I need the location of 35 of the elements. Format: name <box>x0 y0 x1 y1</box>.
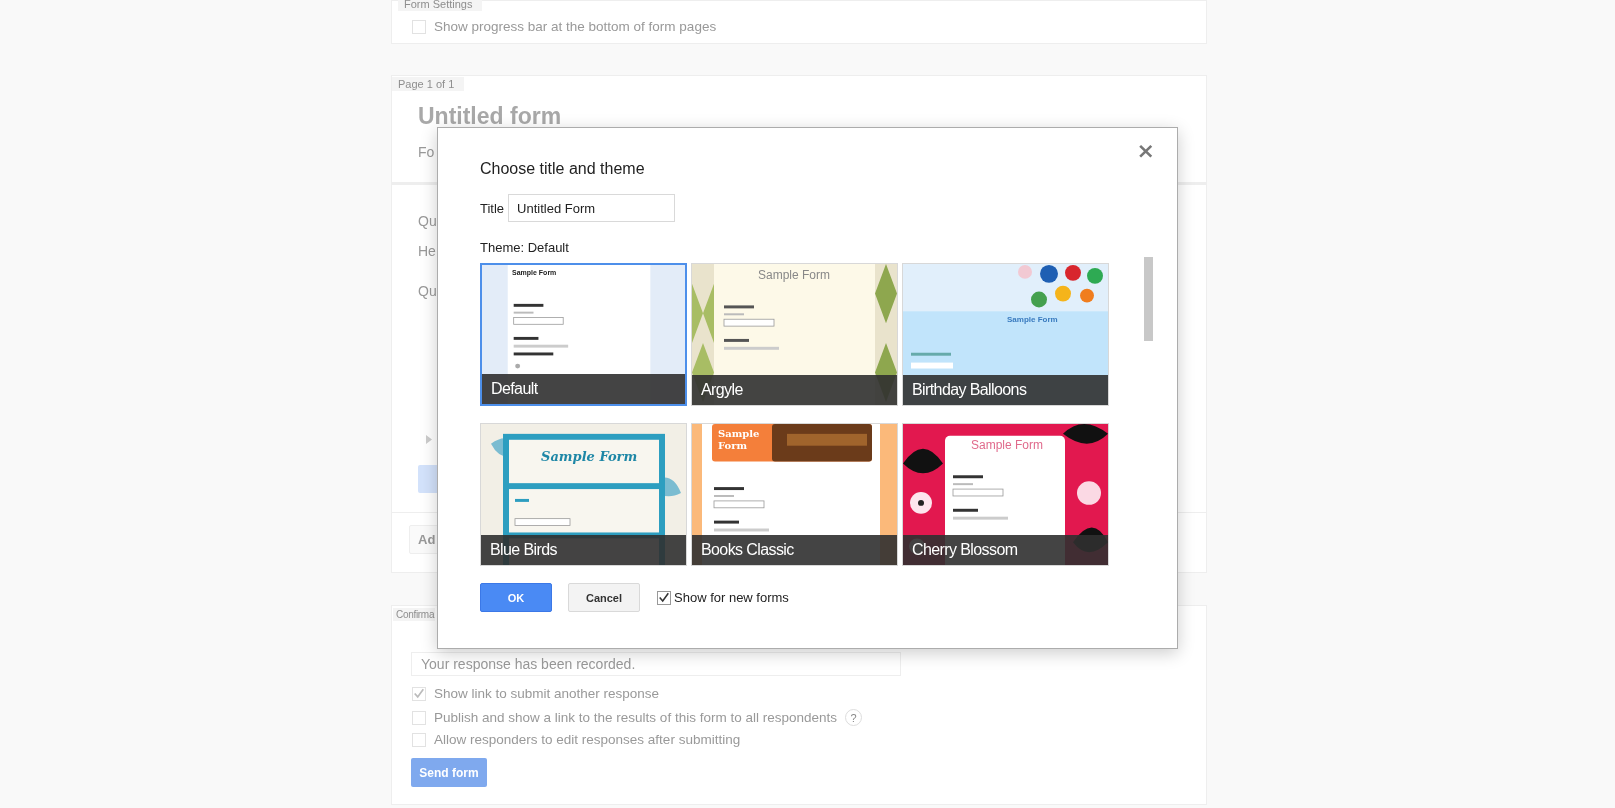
dialog-title: Choose title and theme <box>480 160 646 178</box>
sample-form-heading: Sample Form <box>971 438 1044 452</box>
scrollbar-thumb[interactable] <box>1144 257 1153 341</box>
checkbox[interactable] <box>657 590 671 605</box>
theme-name: Books Classic <box>692 535 897 565</box>
sample-form-heading: Sample Form <box>758 268 831 282</box>
title-field[interactable]: Untitled Form <box>508 194 676 222</box>
theme-name: Blue Birds <box>481 535 686 565</box>
option-label: Allow responders to edit responses after submitting <box>434 732 741 747</box>
cancel-button[interactable]: Cancel <box>568 583 640 612</box>
option-label: Show for new forms <box>674 590 789 605</box>
theme-name: Cherry Blossom <box>903 535 1108 565</box>
expand-icon[interactable] <box>426 435 432 444</box>
theme-tile[interactable]: Sample Form Cherry Blossom <box>902 423 1109 566</box>
theme-name: Argyle <box>692 375 897 405</box>
theme-tile[interactable]: Sample Form Argyle <box>691 263 898 406</box>
sample-form-heading: Sample Form <box>1007 315 1058 324</box>
theme-name: Default <box>482 374 685 404</box>
theme-tile[interactable]: Sample Form Blue Birds <box>480 423 687 566</box>
form-description: Fo <box>418 144 435 160</box>
question-label: Qu <box>418 213 437 229</box>
question-label: Qu <box>418 283 437 299</box>
sample-form-heading: Sample Form <box>718 428 761 452</box>
theme-label: Theme: Default <box>480 240 570 255</box>
theme-tile[interactable]: Sample Form Books Classic <box>691 423 898 566</box>
theme-name: Birthday Balloons <box>903 375 1108 405</box>
title-label: Title <box>480 200 505 216</box>
form-title: Untitled form <box>418 103 562 130</box>
close-button[interactable]: × <box>1134 140 1157 162</box>
theme-tile[interactable]: Sample Form Birthday Balloons <box>902 263 1109 406</box>
option-label: Show progress bar at the bottom of form pages <box>434 19 717 34</box>
sample-form-heading: Sample Form <box>541 449 638 464</box>
option-label: Show link to submit another response <box>434 686 660 701</box>
question-label: He <box>418 243 436 259</box>
option-label: Publish and show a link to the results of this form to all respondents <box>434 710 837 725</box>
